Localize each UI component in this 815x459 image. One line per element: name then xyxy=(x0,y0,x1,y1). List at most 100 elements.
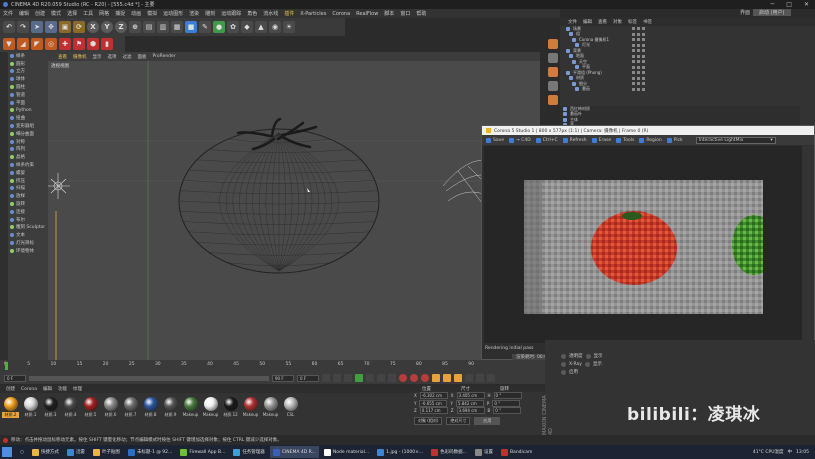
next-key-icon[interactable] xyxy=(366,374,374,382)
menu-item[interactable]: 运动跟踪 xyxy=(221,10,241,17)
rotate-icon[interactable]: ⟳ xyxy=(73,21,85,33)
menu-item[interactable]: 动画 xyxy=(131,10,141,17)
corona-material-icon[interactable] xyxy=(547,67,558,77)
goto-start-icon[interactable] xyxy=(322,374,330,382)
object-palette-item[interactable]: 扫描 xyxy=(8,185,48,193)
material-swatch[interactable]: 材质.5 xyxy=(82,397,99,418)
taskbar-item[interactable]: 1.jpg - (1000×... xyxy=(374,446,426,458)
material-swatch[interactable]: 材质.9 xyxy=(162,397,179,418)
taskbar-item[interactable]: CINEMA 4D R... xyxy=(269,446,319,458)
menu-item[interactable]: 角色 xyxy=(247,10,257,17)
material-swatch[interactable]: 材质.3 xyxy=(42,397,59,418)
object-palette-item[interactable]: 管道 xyxy=(8,91,48,99)
object-palette-item[interactable]: 立方 xyxy=(8,68,48,76)
vfb-region-button[interactable]: Region xyxy=(639,137,662,143)
object-palette-item[interactable]: 布尔 xyxy=(8,216,48,224)
menu-item[interactable]: 工具 xyxy=(83,10,93,17)
object-visibility-flags[interactable] xyxy=(632,65,645,69)
viewport-menu-item[interactable]: 摄像机 xyxy=(73,54,87,60)
workplane-icon[interactable]: ✚ xyxy=(59,38,71,50)
object-palette-item[interactable]: 雕刻 Sculptor xyxy=(8,224,48,232)
taskbar-item[interactable]: 迅雷 xyxy=(64,446,88,458)
menu-item[interactable]: X-Particles xyxy=(300,11,326,17)
taskbar-item[interactable]: 任务管理器 xyxy=(230,446,268,458)
material-menu-item[interactable]: 功能 xyxy=(58,386,67,392)
corona-vfb-icon[interactable]: ▮ xyxy=(101,38,113,50)
size-field[interactable]: 5.842 cm xyxy=(455,399,484,407)
material-menu-item[interactable]: Corona xyxy=(21,387,37,392)
vfb-erase-button[interactable]: Erase xyxy=(591,137,611,143)
position-key-icon[interactable] xyxy=(432,374,440,382)
playhead[interactable] xyxy=(5,362,8,370)
taskbar-item[interactable]: 色彩码数据... xyxy=(428,446,470,458)
vfb-canvas[interactable] xyxy=(484,146,802,343)
clock[interactable]: 13:05 xyxy=(796,450,809,455)
texture-mode-icon[interactable]: ◎ xyxy=(45,38,57,50)
taskbar-item[interactable]: Bandicam xyxy=(498,446,535,458)
object-palette-item[interactable]: 灯光目标 xyxy=(8,239,48,247)
point-mode-icon[interactable]: ◤ xyxy=(31,38,43,50)
search-icon[interactable]: ○ xyxy=(17,446,27,458)
menu-item[interactable]: Corona xyxy=(332,11,350,17)
menu-item[interactable]: 文件 xyxy=(3,10,13,17)
undo-icon[interactable]: ↶ xyxy=(3,21,15,33)
radio-icon[interactable] xyxy=(561,361,566,367)
object-manager-menu-item[interactable]: 标签 xyxy=(628,19,637,25)
object-visibility-flags[interactable] xyxy=(632,49,645,53)
object-manager-menu-item[interactable]: 对象 xyxy=(613,19,622,25)
object-visibility-flags[interactable] xyxy=(632,38,645,42)
object-palette-item[interactable]: 连接 xyxy=(8,208,48,216)
size-field[interactable]: 3.405 cm xyxy=(456,392,485,400)
timeline-menu-icon[interactable] xyxy=(487,374,495,382)
material-swatch[interactable]: 材质.2 xyxy=(2,397,19,418)
object-palette-item[interactable]: 扭曲 xyxy=(8,114,48,122)
perspective-viewport[interactable]: 查看 摄像机 显示 选项 过滤 面板 ProRender 透视视图 xyxy=(48,52,540,360)
position-field[interactable]: 0.117 cm xyxy=(419,407,448,415)
object-palette-item[interactable]: 圆柱 xyxy=(8,83,48,91)
vfb-refresh-button[interactable]: Refresh xyxy=(562,137,587,143)
rotation-field[interactable]: 0 ° xyxy=(493,392,522,400)
vfb-copy-button[interactable]: Ctrl+C xyxy=(535,137,558,143)
close-button[interactable]: ✕ xyxy=(804,1,809,8)
menu-item[interactable]: 模式 xyxy=(51,10,61,17)
object-manager-menu-item[interactable]: 编辑 xyxy=(583,19,592,25)
material-swatch[interactable]: 材质.12 xyxy=(222,397,239,418)
menu-item[interactable]: 渲染 xyxy=(189,10,199,17)
menu-item[interactable]: 捕捉 xyxy=(115,10,125,17)
end-frame-field[interactable]: 90 F xyxy=(272,374,294,382)
object-visibility-flags[interactable] xyxy=(632,82,645,86)
object-row[interactable]: 番茄 xyxy=(560,86,815,93)
object-palette-item[interactable]: 圆形 xyxy=(8,60,48,68)
array-icon[interactable]: ✿ xyxy=(227,21,239,33)
object-manager-menu-item[interactable]: 查看 xyxy=(598,19,607,25)
material-swatch[interactable]: 材质.6 xyxy=(102,397,119,418)
object-visibility-flags[interactable] xyxy=(632,87,645,91)
material-swatch[interactable]: 材质.8 xyxy=(142,397,159,418)
object-visibility-flags[interactable] xyxy=(632,76,645,80)
object-palette-item[interactable]: 样条 xyxy=(8,52,48,60)
select-icon[interactable]: ➤ xyxy=(31,21,43,33)
material-swatch[interactable]: Makeup xyxy=(242,397,259,418)
lightmix-dropdown[interactable]: Interactive LightMix ▾ xyxy=(695,136,776,144)
current-frame-field[interactable]: 0 F xyxy=(297,374,319,382)
viewport-menu-item[interactable]: 查看 xyxy=(58,54,67,60)
object-palette-item[interactable]: 螺旋 xyxy=(8,169,48,177)
size-field[interactable]: 3.694 cm xyxy=(456,407,485,415)
object-visibility-flags[interactable] xyxy=(632,71,645,75)
object-palette-item[interactable]: 平面 xyxy=(8,99,48,107)
pla-key-icon[interactable] xyxy=(476,374,484,382)
object-palette-item[interactable]: 变形器组 xyxy=(8,122,48,130)
menu-item[interactable]: 脚本 xyxy=(384,10,394,17)
object-visibility-flags[interactable] xyxy=(632,32,645,36)
menu-item[interactable]: 模拟 xyxy=(147,10,157,17)
material-menu-item[interactable]: 创建 xyxy=(6,386,15,392)
param-key-icon[interactable] xyxy=(465,374,473,382)
object-palette-item[interactable]: 晶格 xyxy=(8,153,48,161)
ime-indicator[interactable]: 中 xyxy=(788,449,793,455)
material-swatch[interactable]: 材质.4 xyxy=(62,397,79,418)
menu-item[interactable]: 运动图形 xyxy=(163,10,183,17)
minimize-button[interactable]: ─ xyxy=(771,1,775,8)
taskbar-item[interactable]: 未标题-1 @ 92... xyxy=(125,446,175,458)
material-menu-item[interactable]: 编辑 xyxy=(43,386,52,392)
position-field[interactable]: -0.655 cm xyxy=(419,399,448,407)
